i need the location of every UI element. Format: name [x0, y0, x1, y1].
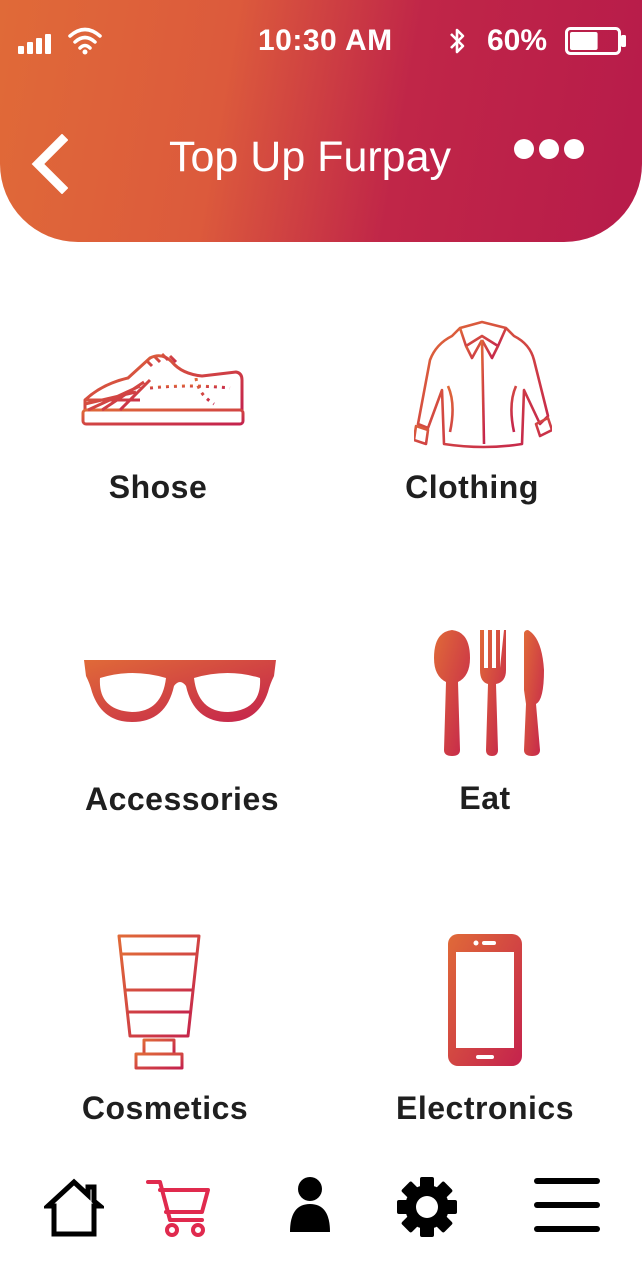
cosmetic-tube-icon	[117, 934, 201, 1070]
status-time: 10:30 AM	[258, 24, 393, 57]
category-label: Electronics	[395, 1090, 574, 1126]
bluetooth-icon	[450, 28, 465, 54]
more-horizontal-icon[interactable]	[512, 136, 586, 162]
cellular-signal-icon	[18, 34, 51, 54]
wifi-icon	[68, 27, 102, 55]
category-clothing[interactable]: Clothing	[352, 318, 592, 510]
menu-icon[interactable]	[534, 1178, 600, 1234]
category-label: Shose	[108, 469, 208, 505]
smartphone-icon	[448, 934, 522, 1066]
battery-percent: 60%	[487, 24, 548, 57]
app-header: 10:30 AM 60% Top Up Furpay	[0, 0, 642, 242]
bottom-navigation	[0, 1168, 642, 1248]
category-shoes[interactable]: Shose	[38, 330, 278, 510]
user-icon[interactable]	[290, 1176, 330, 1234]
settings-icon[interactable]	[396, 1176, 458, 1238]
category-accessories[interactable]: Accessories	[60, 650, 304, 822]
cart-icon[interactable]	[144, 1176, 212, 1238]
category-electronics[interactable]: Electronics	[382, 930, 588, 1130]
battery-icon	[565, 27, 626, 55]
shoe-icon	[81, 352, 245, 426]
category-label: Clothing	[405, 469, 539, 505]
cutlery-icon	[434, 630, 544, 756]
category-label: Eat	[459, 780, 511, 816]
category-cosmetics[interactable]: Cosmetics	[60, 930, 270, 1130]
shirt-icon	[414, 320, 552, 449]
category-label: Accessories	[84, 781, 280, 817]
glasses-icon	[84, 660, 276, 722]
category-eat[interactable]: Eat	[388, 630, 582, 822]
category-label: Cosmetics	[81, 1090, 249, 1126]
status-bar: 10:30 AM 60%	[0, 22, 642, 62]
home-icon[interactable]	[44, 1176, 104, 1238]
